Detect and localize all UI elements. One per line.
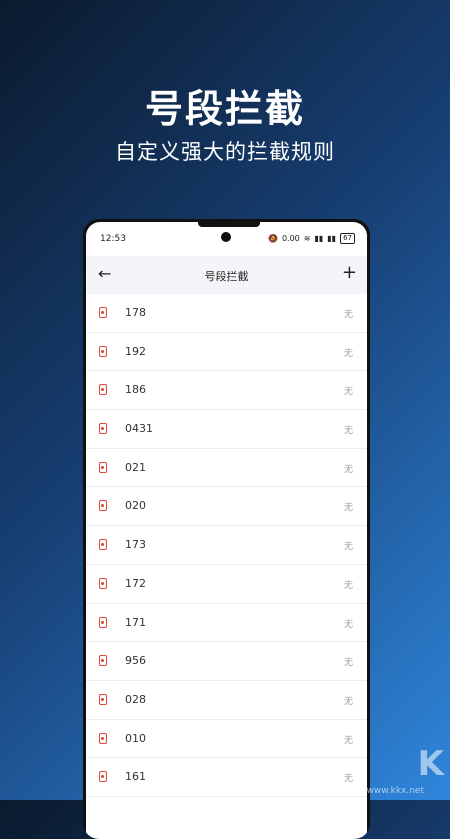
- rule-status: 无: [343, 542, 353, 553]
- list-item[interactable]: 028 无: [86, 681, 367, 720]
- rule-status: 无: [343, 464, 353, 475]
- signal-icon: ▮▮: [314, 234, 324, 243]
- rule-prefix: 020: [125, 499, 146, 513]
- rule-status: 无: [343, 387, 353, 398]
- hero-title: 号段拦截: [144, 87, 305, 131]
- signal-icon-2: ▮▮: [327, 234, 337, 243]
- rule-prefix: 186: [125, 383, 146, 397]
- rule-status: 无: [343, 348, 353, 359]
- camera-cutout: [221, 232, 231, 242]
- rule-prefix: 028: [125, 692, 146, 706]
- phone-block-icon: [99, 345, 107, 357]
- rule-prefix: 161: [125, 770, 146, 784]
- list-item[interactable]: 171 无: [86, 604, 367, 643]
- rule-prefix: 172: [125, 576, 146, 590]
- status-time: 12:53: [100, 234, 126, 244]
- rule-status: 无: [343, 580, 353, 591]
- network-speed: 0.00: [281, 234, 300, 243]
- battery-icon: 67: [340, 233, 355, 244]
- rule-status: 无: [343, 658, 353, 669]
- watermark-url: www.kkx.net: [366, 786, 425, 796]
- rule-prefix: 021: [125, 460, 146, 474]
- phone-block-icon: [99, 500, 107, 512]
- wifi-icon: ≋: [303, 234, 311, 243]
- phone-block-icon: [99, 771, 107, 783]
- list-item[interactable]: 956 无: [86, 642, 367, 681]
- list-item[interactable]: 186 无: [86, 371, 367, 411]
- list-item[interactable]: 010 无: [86, 720, 367, 759]
- phone-notch: [198, 222, 260, 227]
- list-item[interactable]: 192 无: [86, 333, 367, 372]
- phone-screen: 12:53 🔕 0.00 ≋ ▮▮ ▮▮ 67 ← 号段拦截 + 178 无 192…: [86, 222, 367, 839]
- list-item[interactable]: 173 无: [86, 526, 367, 565]
- list-item[interactable]: 021 无: [86, 449, 367, 488]
- status-bar: 12:53 🔕 0.00 ≋ ▮▮ ▮▮ 67: [86, 231, 367, 249]
- list-item[interactable]: 0431 无: [86, 410, 367, 449]
- mute-icon: 🔕: [267, 234, 278, 243]
- list-item[interactable]: 178 无: [86, 294, 367, 333]
- page-title: 号段拦截: [204, 270, 249, 283]
- phone-block-icon: [99, 655, 107, 667]
- status-icons: 🔕 0.00 ≋ ▮▮ ▮▮ 67: [268, 233, 355, 244]
- rule-prefix: 173: [125, 538, 146, 552]
- rule-status: 无: [343, 696, 353, 707]
- rule-list: 178 无 192 无 186 无 0431 无 021 无 020 无 173 无 172 无 171 无 956…: [86, 294, 367, 797]
- rule-prefix: 192: [125, 344, 146, 358]
- app-bar: ← 号段拦截 +: [86, 256, 367, 294]
- phone-block-icon: [99, 384, 107, 396]
- rule-prefix: 0431: [125, 422, 153, 436]
- hero-subtitle: 自定义强大的拦截规则: [115, 140, 335, 164]
- rule-status: 无: [343, 619, 353, 630]
- rule-prefix: 171: [125, 615, 146, 629]
- rule-prefix: 956: [125, 654, 146, 668]
- rule-prefix: 178: [125, 306, 146, 319]
- phone-block-icon: [99, 577, 107, 589]
- list-item[interactable]: 020 无: [86, 487, 367, 527]
- rule-status: 无: [343, 503, 353, 514]
- list-item[interactable]: 161 无: [86, 758, 367, 797]
- phone-block-icon: [99, 307, 107, 318]
- phone-block-icon: [99, 423, 107, 435]
- phone-block-icon: [99, 732, 107, 744]
- phone-block-icon: [99, 461, 107, 473]
- rule-prefix: 010: [125, 731, 146, 745]
- phone-block-icon: [99, 616, 107, 628]
- rule-status: 无: [343, 310, 353, 320]
- add-icon[interactable]: +: [342, 262, 357, 283]
- phone-mockup: 12:53 🔕 0.00 ≋ ▮▮ ▮▮ 67 ← 号段拦截 + 178 无 192…: [83, 219, 370, 839]
- phone-block-icon: [99, 693, 107, 705]
- phone-block-icon: [99, 539, 107, 551]
- list-item[interactable]: 172 无: [86, 565, 367, 604]
- rule-status: 无: [343, 426, 353, 437]
